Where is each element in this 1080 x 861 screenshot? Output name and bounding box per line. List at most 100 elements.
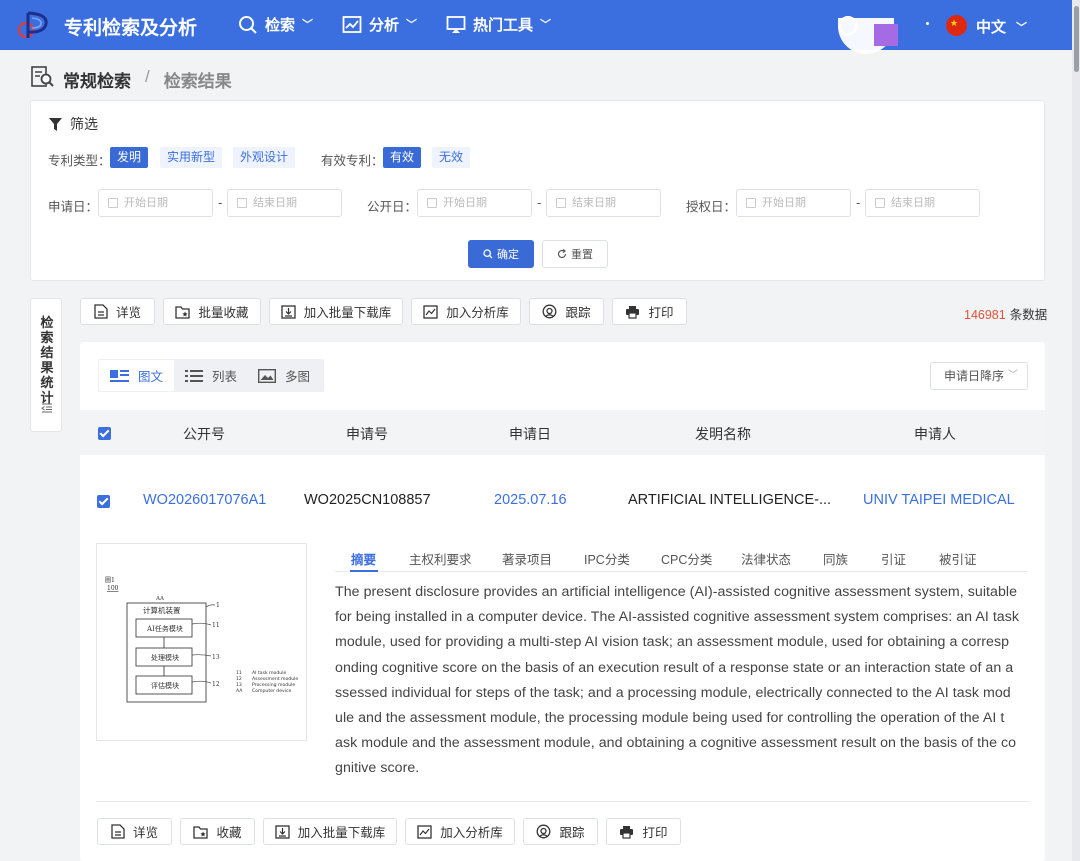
chip-invention[interactable]: 发明 bbox=[110, 147, 149, 168]
tab-cited-by[interactable]: 被引证 bbox=[939, 549, 977, 568]
divider bbox=[96, 801, 1030, 802]
select-all-checkbox[interactable] bbox=[98, 427, 111, 440]
date-range-dash: - bbox=[218, 195, 223, 210]
reset-button[interactable]: 重置 bbox=[542, 240, 608, 268]
apply-date-label: 申请日： bbox=[48, 200, 99, 214]
figure-callout-3: 12 bbox=[212, 681, 220, 688]
calendar-icon bbox=[237, 198, 247, 208]
nav-analysis-label: 分析 bbox=[369, 17, 400, 34]
confirm-button[interactable]: 确定 bbox=[468, 240, 534, 268]
pub-no-link[interactable]: WO2026017076A1 bbox=[143, 492, 266, 508]
add-batch-download-button[interactable]: 加入批量下载库 bbox=[269, 298, 403, 325]
chevron-down-icon: ﹀ bbox=[1016, 21, 1028, 34]
publish-date-label: 公开日： bbox=[367, 200, 418, 214]
result-stats-label: 检索结果统计 bbox=[40, 315, 54, 405]
chart-icon bbox=[342, 15, 362, 33]
tab-bibliographic[interactable]: 著录项目 bbox=[502, 549, 552, 568]
monitor-icon bbox=[446, 15, 466, 33]
column-header-title[interactable]: 发明名称 bbox=[695, 424, 751, 444]
item-add-download-button[interactable]: 加入批量下载库 bbox=[263, 818, 397, 845]
nav-tools-label: 热门工具 bbox=[473, 17, 534, 34]
china-flag-icon[interactable]: ★ bbox=[946, 15, 967, 36]
user-avatar[interactable] bbox=[832, 8, 902, 58]
column-header-app-no[interactable]: 申请号 bbox=[346, 424, 388, 444]
patent-figure-thumbnail[interactable]: 圖1 100 AA 计算机装置 AI任务模块 处理模块 评估模块 1 11 13… bbox=[96, 543, 307, 741]
nav-tools[interactable]: 热门工具 ﹀ bbox=[446, 14, 551, 35]
item-add-analysis-button[interactable]: 加入分析库 bbox=[405, 818, 515, 845]
chip-invalid[interactable]: 无效 bbox=[432, 147, 471, 168]
calendar-icon bbox=[746, 198, 756, 208]
item-favorite-button[interactable]: 收藏 bbox=[180, 818, 255, 845]
grant-date-end[interactable]: 结束日期 bbox=[865, 189, 980, 217]
sort-select[interactable]: 申请日降序 ﹀ bbox=[930, 362, 1028, 390]
tab-multi-image[interactable]: 多图 bbox=[247, 359, 321, 392]
calendar-icon bbox=[427, 198, 437, 208]
figure-legend-num-2: 13 bbox=[236, 682, 242, 688]
column-header-app-date[interactable]: 申请日 bbox=[509, 424, 551, 444]
item-detail-button[interactable]: 详览 bbox=[97, 818, 172, 845]
list-icon bbox=[185, 369, 203, 382]
figure-legend-text-1: Assessment module bbox=[252, 676, 298, 682]
calendar-icon bbox=[556, 198, 566, 208]
chip-valid[interactable]: 有效 bbox=[383, 147, 422, 168]
figure-legend-text-3: Computer device bbox=[252, 688, 292, 694]
row-checkbox[interactable] bbox=[97, 495, 110, 508]
breadcrumb-root[interactable]: 常规检索 bbox=[63, 67, 131, 92]
result-stats-tab[interactable]: 检索结果统计 bbox=[30, 298, 62, 432]
list-collapse-icon bbox=[41, 403, 52, 413]
figure-device-label: 计算机装置 bbox=[143, 605, 181, 615]
detail-view-button[interactable]: 详览 bbox=[80, 298, 155, 325]
language-selector[interactable]: 中文 ﹀ bbox=[976, 16, 1027, 37]
page-scrollbar[interactable] bbox=[1072, 0, 1080, 861]
track-button[interactable]: 跟踪 bbox=[529, 298, 604, 325]
item-print-button[interactable]: 打印 bbox=[606, 818, 681, 845]
result-count-suffix: 条数据 bbox=[1009, 308, 1048, 322]
tab-abstract[interactable]: 摘要 bbox=[351, 549, 376, 568]
figure-ref-num: 100 bbox=[107, 585, 119, 592]
chevron-down-icon: ﹀ bbox=[540, 18, 552, 31]
app-date[interactable]: 2025.07.16 bbox=[494, 492, 567, 508]
column-header-pub-no[interactable]: 公开号 bbox=[183, 424, 225, 444]
tab-image-text[interactable]: 图文 bbox=[99, 360, 174, 391]
image-icon bbox=[258, 368, 276, 383]
app-logo[interactable] bbox=[14, 10, 54, 40]
printer-icon bbox=[620, 825, 634, 839]
tab-main-claim[interactable]: 主权利要求 bbox=[409, 549, 472, 568]
tab-ipc[interactable]: IPC分类 bbox=[584, 549, 630, 568]
figure-legend-num-1: 12 bbox=[236, 676, 242, 682]
nav-search[interactable]: 检索 ﹀ bbox=[238, 14, 313, 35]
figure-legend-text-2: Processing module bbox=[252, 682, 295, 688]
tab-cpc[interactable]: CPC分类 bbox=[661, 549, 712, 568]
tab-citation[interactable]: 引证 bbox=[881, 549, 906, 568]
print-button[interactable]: 打印 bbox=[612, 298, 687, 325]
apply-date-start[interactable]: 开始日期 bbox=[98, 189, 213, 217]
add-analysis-library-button[interactable]: 加入分析库 bbox=[411, 298, 521, 325]
download-icon bbox=[281, 304, 296, 319]
tab-family[interactable]: 同族 bbox=[823, 549, 848, 568]
folder-star-icon bbox=[193, 825, 209, 839]
divider-dot bbox=[926, 22, 929, 25]
radar-icon bbox=[537, 824, 551, 839]
item-track-button[interactable]: 跟踪 bbox=[523, 818, 598, 845]
search-icon bbox=[483, 249, 493, 259]
tab-list[interactable]: 列表 bbox=[174, 359, 248, 392]
view-mode-tabs: 图文 列表 多图 bbox=[98, 359, 324, 392]
grant-date-start[interactable]: 开始日期 bbox=[736, 189, 851, 217]
calendar-icon bbox=[875, 198, 885, 208]
tab-legal-status[interactable]: 法律状态 bbox=[741, 549, 791, 568]
chip-design[interactable]: 外观设计 bbox=[233, 147, 296, 168]
batch-favorite-button[interactable]: 批量收藏 bbox=[163, 298, 261, 325]
publish-date-start[interactable]: 开始日期 bbox=[417, 189, 532, 217]
patent-type-label: 专利类型： bbox=[48, 154, 111, 168]
radar-icon bbox=[543, 304, 557, 319]
nav-analysis[interactable]: 分析 ﹀ bbox=[342, 14, 417, 35]
publish-date-end[interactable]: 结束日期 bbox=[546, 189, 661, 217]
document-icon bbox=[94, 304, 108, 319]
calendar-icon bbox=[108, 198, 118, 208]
chip-utility-model[interactable]: 实用新型 bbox=[160, 147, 223, 168]
column-header-applicant[interactable]: 申请人 bbox=[914, 424, 956, 444]
applicant-link[interactable]: UNIV TAIPEI MEDICAL bbox=[863, 492, 1015, 508]
filter-panel: 筛选 专利类型： 发明 实用新型 外观设计 有效专利： 有效 无效 申请日： 开… bbox=[30, 100, 1045, 281]
invention-title[interactable]: ARTIFICIAL INTELLIGENCE-... bbox=[628, 492, 831, 508]
apply-date-end[interactable]: 结束日期 bbox=[227, 189, 342, 217]
